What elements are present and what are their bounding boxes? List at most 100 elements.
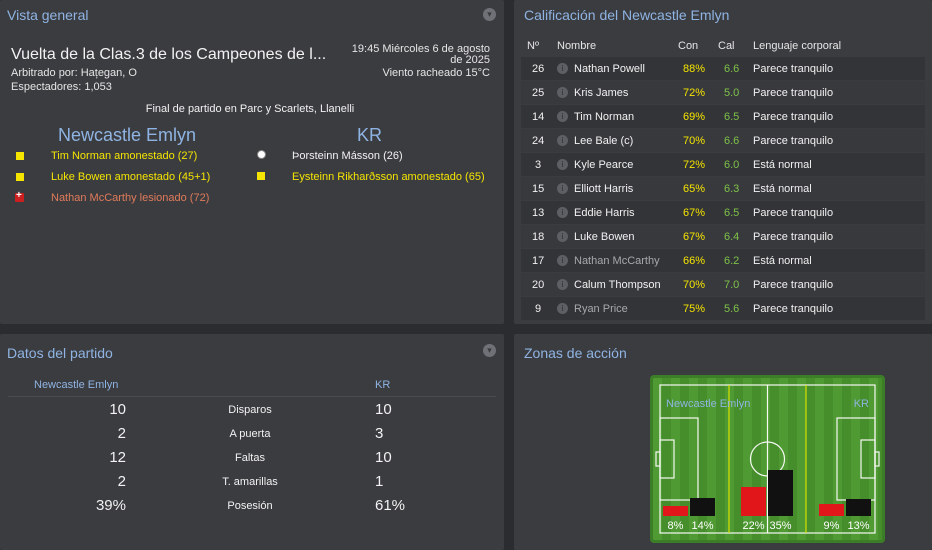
player-number: 15 (532, 183, 545, 195)
yellow-card-icon (16, 173, 24, 181)
stat-away-value: 10 (375, 449, 392, 466)
stat-away-value: 3 (375, 425, 384, 442)
player-row[interactable]: i 26 Nathan Powell 88% 6.6 Parece tranquilo (521, 57, 925, 80)
stat-home-value: 12 (109, 449, 126, 466)
info-icon[interactable]: i (557, 159, 568, 170)
player-name: Ryan Price (574, 303, 628, 315)
player-row[interactable]: i 24 Lee Bale (c) 70% 6.6 Parece tranquilo (521, 129, 925, 152)
info-icon[interactable]: i (557, 63, 568, 74)
home-event-3[interactable]: Nathan McCarthy lesionado (72) (51, 192, 209, 204)
player-rating: 6.5 (724, 111, 740, 123)
player-number: 26 (532, 63, 545, 75)
stat-away-value: 61% (375, 497, 406, 514)
match-weather: Viento racheado 15°C (382, 67, 490, 79)
player-row[interactable]: i 3 Kyle Pearce 72% 6.0 Está normal (521, 153, 925, 176)
away-event-1[interactable]: Þorsteinn Másson (26) (292, 150, 403, 162)
player-number: 24 (532, 135, 545, 147)
zone-2-away-percent: 35% (769, 520, 792, 532)
player-condition: 67% (683, 207, 706, 219)
info-icon[interactable]: i (557, 183, 568, 194)
player-row[interactable]: i 25 Kris James 72% 5.0 Parece tranquilo (521, 81, 925, 104)
player-rating: 6.6 (724, 135, 740, 147)
match-data-home-team: Newcastle Emlyn (34, 379, 119, 391)
match-data-away-team: KR (375, 379, 391, 391)
player-row[interactable]: i 17 Nathan McCarthy 66% 6.2 Está normal (521, 249, 925, 272)
pitch-away-team-label: KR (853, 398, 869, 410)
player-name: Calum Thompson (574, 279, 661, 291)
zone-3-home-bar (819, 504, 844, 516)
player-rating: 7.0 (724, 279, 740, 291)
yellow-card-icon (16, 152, 24, 160)
player-rating: 6.4 (724, 231, 740, 243)
player-rating: 6.2 (724, 255, 740, 267)
player-number: 9 (535, 303, 542, 315)
zone-1-home-bar (663, 506, 688, 516)
info-icon[interactable]: i (557, 303, 568, 314)
zone-3-away-bar (846, 499, 871, 516)
player-name: Luke Bowen (574, 231, 635, 243)
player-rating: 6.0 (724, 159, 740, 171)
away-event-2[interactable]: Eysteinn Rikharðsson amonestado (65) (292, 171, 492, 183)
away-team-heading[interactable]: KR (357, 125, 382, 146)
overview-title: Vista general (7, 7, 89, 23)
ratings-title: Calificación del Newcastle Emlyn (524, 7, 730, 23)
stat-label: A puerta (229, 428, 271, 440)
player-number: 13 (532, 207, 545, 219)
stat-home-value: 10 (109, 401, 126, 418)
player-row[interactable]: i 18 Luke Bowen 67% 6.4 Parece tranquilo (521, 225, 925, 248)
info-icon[interactable]: i (557, 231, 568, 242)
collapse-icon[interactable]: ▾ (483, 344, 496, 357)
player-body-language: Parece tranquilo (753, 87, 834, 99)
match-venue: Final de partido en Parc y Scarlets, Lla… (145, 103, 355, 115)
player-condition: 88% (683, 63, 706, 75)
col-header-body-language[interactable]: Lenguaje corporal (753, 40, 841, 52)
player-name: Kris James (574, 87, 629, 99)
zone-2-home-bar (741, 487, 766, 516)
stat-label: T. amarillas (222, 476, 278, 488)
player-name: Kyle Pearce (574, 159, 634, 171)
home-event-1[interactable]: Tim Norman amonestado (27) (51, 150, 197, 162)
col-header-con[interactable]: Con (678, 40, 698, 52)
col-header-num[interactable]: Nº (527, 40, 539, 52)
player-row[interactable]: i 14 Tim Norman 69% 6.5 Parece tranquilo (521, 105, 925, 128)
zone-2-home-percent: 22% (742, 520, 765, 532)
player-number: 17 (532, 255, 545, 267)
player-rating: 5.0 (724, 87, 740, 99)
spectators: Espectadores: 1,053 (11, 81, 112, 93)
match-datetime-line2: de 2025 (450, 54, 490, 66)
player-body-language: Parece tranquilo (753, 303, 834, 315)
player-row[interactable]: i 15 Elliott Harris 65% 6.3 Está normal (521, 177, 925, 200)
player-condition: 72% (683, 159, 706, 171)
player-row[interactable]: i 13 Eddie Harris 67% 6.5 Parece tranquilo (521, 201, 925, 224)
player-row[interactable]: i 9 Ryan Price 75% 5.6 Parece tranquilo (521, 297, 925, 320)
player-row[interactable]: i 20 Calum Thompson 70% 7.0 Parece tranquilo (521, 273, 925, 296)
col-header-cal[interactable]: Cal (718, 40, 735, 52)
info-icon[interactable]: i (557, 279, 568, 290)
stat-row: 39% Posesión 61% (0, 494, 504, 518)
player-condition: 70% (683, 279, 706, 291)
stat-row: 10 Disparos 10 (0, 398, 504, 422)
col-header-name[interactable]: Nombre (557, 40, 596, 52)
info-icon[interactable]: i (557, 255, 568, 266)
info-icon[interactable]: i (557, 135, 568, 146)
action-zones-pitch: Newcastle Emlyn KR 8% 14% 22% 35% 9% 13% (650, 375, 885, 543)
stat-row: 2 A puerta 3 (0, 422, 504, 446)
player-condition: 72% (683, 87, 706, 99)
injury-icon (15, 190, 24, 202)
collapse-icon[interactable]: ▾ (483, 8, 496, 21)
player-name: Nathan Powell (574, 63, 645, 75)
match-data-panel: Datos del partido ▾ Newcastle Emlyn KR 1… (0, 334, 504, 550)
info-icon[interactable]: i (557, 111, 568, 122)
home-team-heading[interactable]: Newcastle Emlyn (58, 125, 196, 146)
player-rating: 6.6 (724, 63, 740, 75)
stat-home-value: 39% (95, 497, 126, 514)
match-data-title: Datos del partido (7, 345, 113, 361)
home-event-2[interactable]: Luke Bowen amonestado (45+1) (51, 171, 210, 183)
stat-label: Faltas (235, 452, 265, 464)
info-icon[interactable]: i (557, 207, 568, 218)
player-number: 20 (532, 279, 545, 291)
info-icon[interactable]: i (557, 87, 568, 98)
player-body-language: Parece tranquilo (753, 207, 834, 219)
stat-row: 12 Faltas 10 (0, 446, 504, 470)
player-condition: 66% (683, 255, 706, 267)
